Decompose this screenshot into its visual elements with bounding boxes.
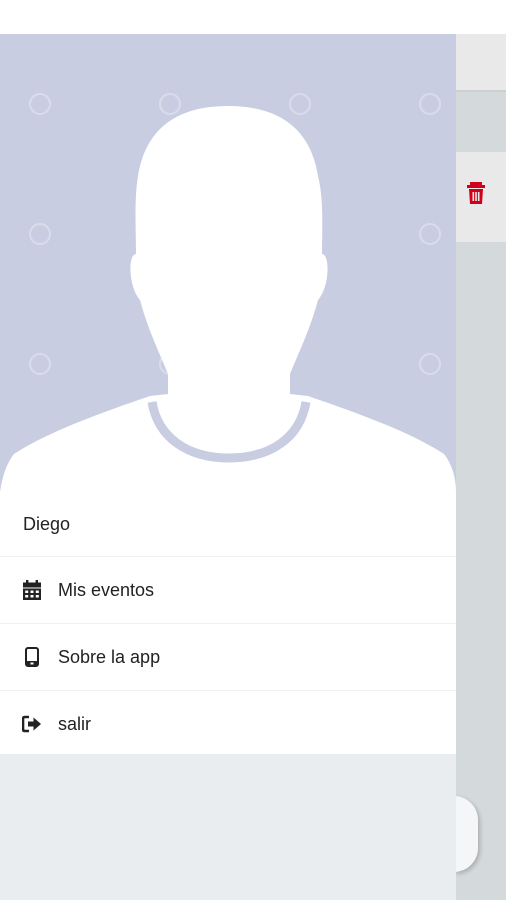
menu-item-label: Sobre la app xyxy=(58,646,161,667)
avatar xyxy=(0,93,456,492)
status-bar xyxy=(0,0,506,34)
profile-header xyxy=(0,34,456,492)
user-name: Diego xyxy=(23,513,71,534)
menu-item-salir[interactable]: salir xyxy=(0,691,456,757)
trash-icon[interactable] xyxy=(466,182,486,204)
background-app xyxy=(454,34,506,900)
menu-item-label: salir xyxy=(58,713,92,734)
calendar-icon xyxy=(22,580,42,600)
menu-item-sobre-la-app[interactable]: Sobre la app xyxy=(0,624,456,691)
logout-icon xyxy=(22,714,42,734)
background-fab-button[interactable] xyxy=(454,796,478,872)
user-name-row: Diego xyxy=(0,492,456,557)
drawer-menu: Diego Mis eventos Sobre la app salir xyxy=(0,492,456,754)
background-toolbar xyxy=(456,34,506,92)
menu-item-label: Mis eventos xyxy=(58,579,155,600)
navigation-drawer: Diego Mis eventos Sobre la app salir xyxy=(0,34,456,900)
menu-item-mis-eventos[interactable]: Mis eventos xyxy=(0,557,456,624)
smartphone-icon xyxy=(22,647,42,667)
